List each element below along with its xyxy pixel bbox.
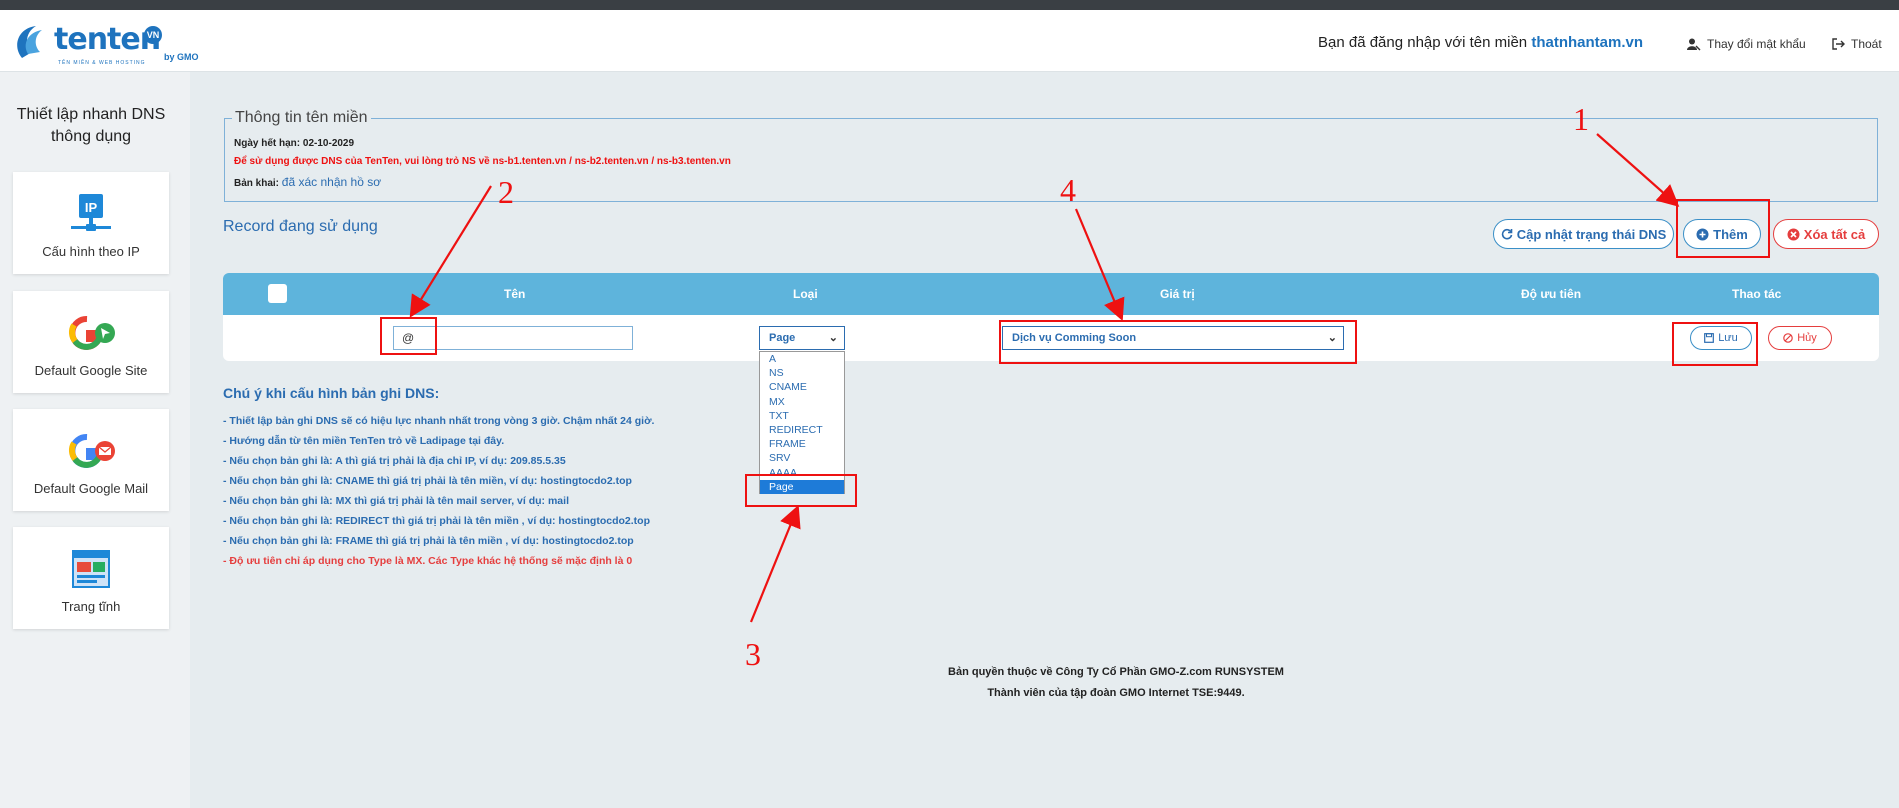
- annotation-number-4: 4: [1060, 172, 1076, 208]
- annotation-number-1: 1: [1573, 101, 1589, 137]
- arrow-1: [1596, 133, 1680, 207]
- annotation-number-2: 2: [498, 174, 514, 210]
- arrow-3: [749, 504, 801, 623]
- annotation-number-3: 3: [745, 636, 761, 672]
- annotation-arrows: [409, 133, 1680, 623]
- arrow-4: [1074, 208, 1125, 322]
- arrow-2: [409, 185, 492, 318]
